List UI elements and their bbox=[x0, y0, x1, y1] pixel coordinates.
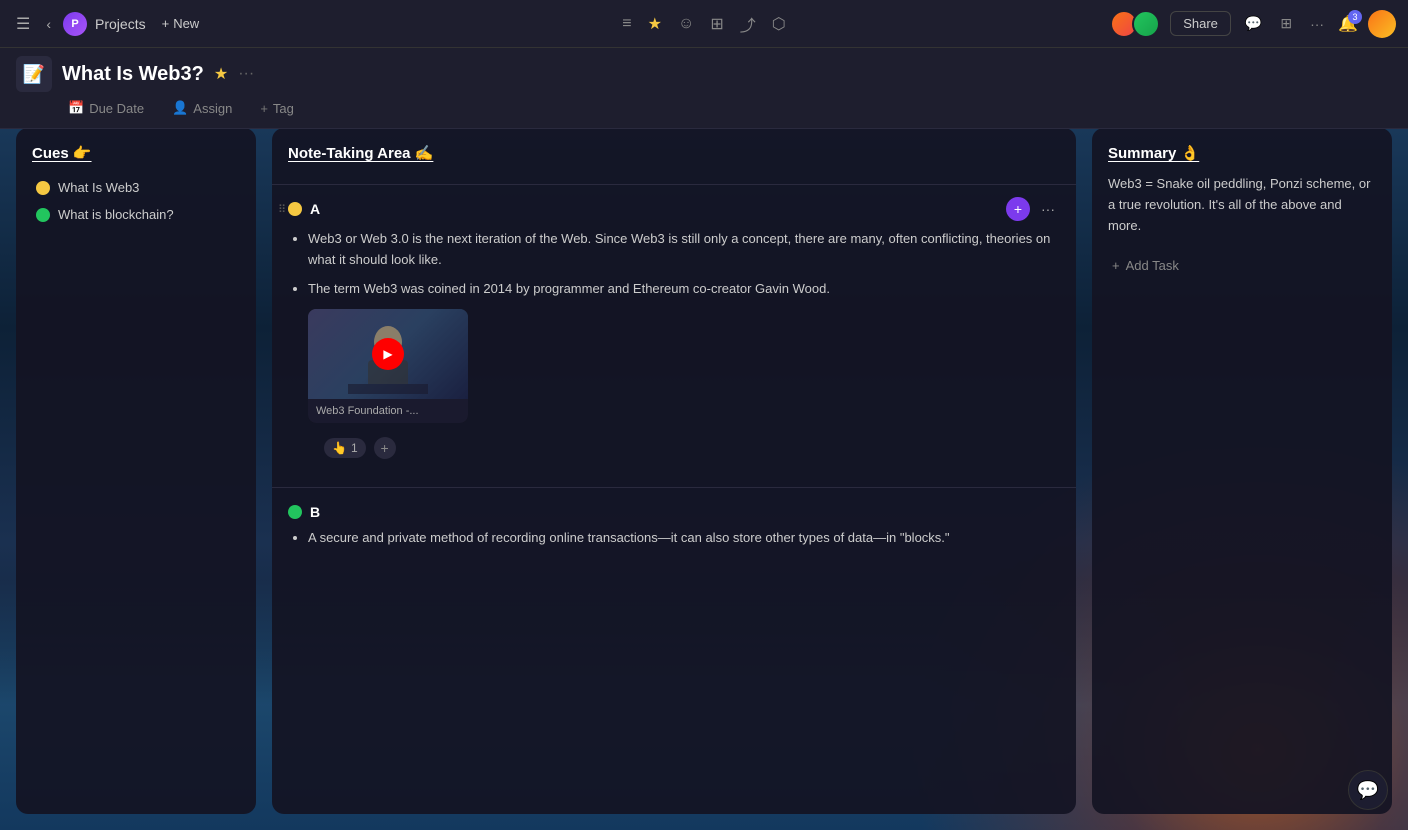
cue-item-web3[interactable]: What Is Web3 bbox=[32, 174, 240, 201]
sub-header: 📝 What Is Web3? ★ ··· 📅 Due Date 👤 Assig… bbox=[0, 48, 1408, 129]
projects-label[interactable]: Projects bbox=[95, 16, 146, 32]
reaction-count: 1 bbox=[351, 441, 358, 455]
nav-left: ☰ ‹ P Projects + New bbox=[12, 10, 207, 38]
add-task-plus-icon: + bbox=[1112, 258, 1120, 273]
drag-handle-a[interactable]: ⠿ bbox=[278, 203, 286, 216]
table-center-icon[interactable]: ⊞ bbox=[710, 14, 723, 34]
main-content: Cues 👉 What Is Web3 What is blockchain? … bbox=[0, 112, 1408, 830]
add-task-label: Add Task bbox=[1126, 258, 1179, 273]
tag-icon: + bbox=[260, 101, 268, 116]
settings-icon[interactable]: ⊞ bbox=[1276, 13, 1296, 34]
top-nav: ☰ ‹ P Projects + New ≡ ★ ☺ ⊞ ⤴ ⬡ Share 💬… bbox=[0, 0, 1408, 48]
reaction-icon: 👆 bbox=[332, 441, 347, 455]
chat-fab[interactable]: 💬 bbox=[1348, 770, 1388, 810]
doc-icon: 📝 bbox=[16, 56, 52, 92]
doc-meta-row: 📅 Due Date 👤 Assign + Tag bbox=[62, 98, 1392, 118]
nav-center: ≡ ★ ☺ ⊞ ⤴ ⬡ bbox=[622, 12, 785, 36]
doc-icon-glyph: 📝 bbox=[23, 64, 45, 85]
doc-more-icon[interactable]: ··· bbox=[238, 65, 254, 83]
section-a-dot bbox=[288, 202, 302, 216]
section-b: B A secure and private method of recordi… bbox=[272, 492, 1076, 569]
section-a-bullets: Web3 or Web 3.0 is the next iteration of… bbox=[288, 229, 1060, 299]
menu-icon[interactable]: ☰ bbox=[12, 10, 34, 38]
notification-count: 3 bbox=[1348, 10, 1362, 24]
calendar-icon: 📅 bbox=[68, 100, 84, 116]
reactions-row: 👆 1 + bbox=[288, 433, 1060, 471]
cues-title: Cues 👉 bbox=[32, 144, 240, 162]
section-a-actions: + ··· bbox=[1006, 197, 1060, 221]
project-avatar: P bbox=[63, 12, 87, 36]
avatar-2[interactable] bbox=[1132, 10, 1160, 38]
add-reaction-button[interactable]: + bbox=[374, 437, 396, 459]
assign-button[interactable]: 👤 Assign bbox=[166, 98, 238, 118]
section-a-add-button[interactable]: + bbox=[1006, 197, 1030, 221]
more-icon[interactable]: ··· bbox=[1306, 14, 1328, 34]
cue-dot-green bbox=[36, 208, 50, 222]
tag-label: Tag bbox=[273, 101, 294, 116]
bullet-b-1: A secure and private method of recording… bbox=[308, 528, 1060, 549]
section-b-header: B bbox=[288, 504, 1060, 520]
share-button[interactable]: Share bbox=[1170, 11, 1231, 36]
section-divider bbox=[272, 487, 1076, 488]
person-icon: 👤 bbox=[172, 100, 188, 116]
section-a: ⠿ A + ··· Web3 or Web 3.0 is the next it… bbox=[272, 185, 1076, 483]
section-b-label: B bbox=[310, 504, 320, 520]
doc-title: What Is Web3? bbox=[62, 63, 204, 86]
star-center-icon[interactable]: ★ bbox=[648, 14, 662, 34]
back-button[interactable]: ‹ bbox=[42, 12, 55, 36]
user-avatar[interactable] bbox=[1368, 10, 1396, 38]
section-a-label: A bbox=[310, 201, 320, 217]
cue-item-blockchain[interactable]: What is blockchain? bbox=[32, 201, 240, 228]
summary-text: Web3 = Snake oil peddling, Ponzi scheme,… bbox=[1108, 174, 1376, 236]
cue-dot-yellow bbox=[36, 181, 50, 195]
cue-label-blockchain: What is blockchain? bbox=[58, 207, 174, 222]
video-caption: Web3 Foundation -... bbox=[308, 399, 468, 423]
notes-panel: Note-Taking Area ✍ ⠿ A + ··· Web3 or Web… bbox=[272, 128, 1076, 814]
doc-star-icon[interactable]: ★ bbox=[214, 64, 228, 84]
video-thumbnail: ▶ bbox=[308, 309, 468, 399]
chat-icon: 💬 bbox=[1357, 780, 1379, 801]
tag-button[interactable]: + Tag bbox=[254, 99, 300, 118]
new-plus-icon: + bbox=[162, 16, 170, 31]
notes-title: Note-Taking Area ✍ bbox=[288, 144, 1060, 162]
section-b-dot bbox=[288, 505, 302, 519]
bullet-a-1: Web3 or Web 3.0 is the next iteration of… bbox=[308, 229, 1060, 271]
share-center-icon[interactable]: ⤴ bbox=[740, 12, 756, 36]
doc-title-row: 📝 What Is Web3? ★ ··· bbox=[16, 56, 1392, 92]
bullet-a-2: The term Web3 was coined in 2014 by prog… bbox=[308, 279, 1060, 300]
reaction-thumbs-up[interactable]: 👆 1 bbox=[324, 438, 366, 458]
due-date-button[interactable]: 📅 Due Date bbox=[62, 98, 150, 118]
new-label: New bbox=[173, 16, 199, 31]
notes-header: Note-Taking Area ✍ bbox=[272, 128, 1076, 185]
emoji-center-icon[interactable]: ☺ bbox=[678, 15, 694, 33]
summary-panel: Summary 👌 Web3 = Snake oil peddling, Pon… bbox=[1092, 128, 1392, 814]
cues-panel: Cues 👉 What Is Web3 What is blockchain? bbox=[16, 128, 256, 814]
comment-icon[interactable]: 💬 bbox=[1241, 13, 1266, 34]
summary-title: Summary 👌 bbox=[1108, 144, 1376, 162]
section-a-header: ⠿ A + ··· bbox=[288, 197, 1060, 221]
new-button[interactable]: + New bbox=[154, 12, 208, 35]
nav-right: Share 💬 ⊞ ··· 🔔 3 bbox=[1110, 10, 1396, 38]
video-card[interactable]: ▶ Web3 Foundation -... bbox=[308, 309, 468, 423]
add-task-button[interactable]: + Add Task bbox=[1108, 252, 1376, 279]
network-center-icon[interactable]: ⬡ bbox=[772, 14, 786, 34]
section-b-bullets: A secure and private method of recording… bbox=[288, 528, 1060, 549]
section-a-more-button[interactable]: ··· bbox=[1036, 197, 1060, 221]
assign-label: Assign bbox=[193, 101, 232, 116]
due-date-label: Due Date bbox=[89, 101, 144, 116]
notifications-button[interactable]: 🔔 3 bbox=[1338, 14, 1358, 34]
cue-label-web3: What Is Web3 bbox=[58, 180, 139, 195]
list-icon[interactable]: ≡ bbox=[622, 15, 631, 33]
avatar-group bbox=[1110, 10, 1160, 38]
